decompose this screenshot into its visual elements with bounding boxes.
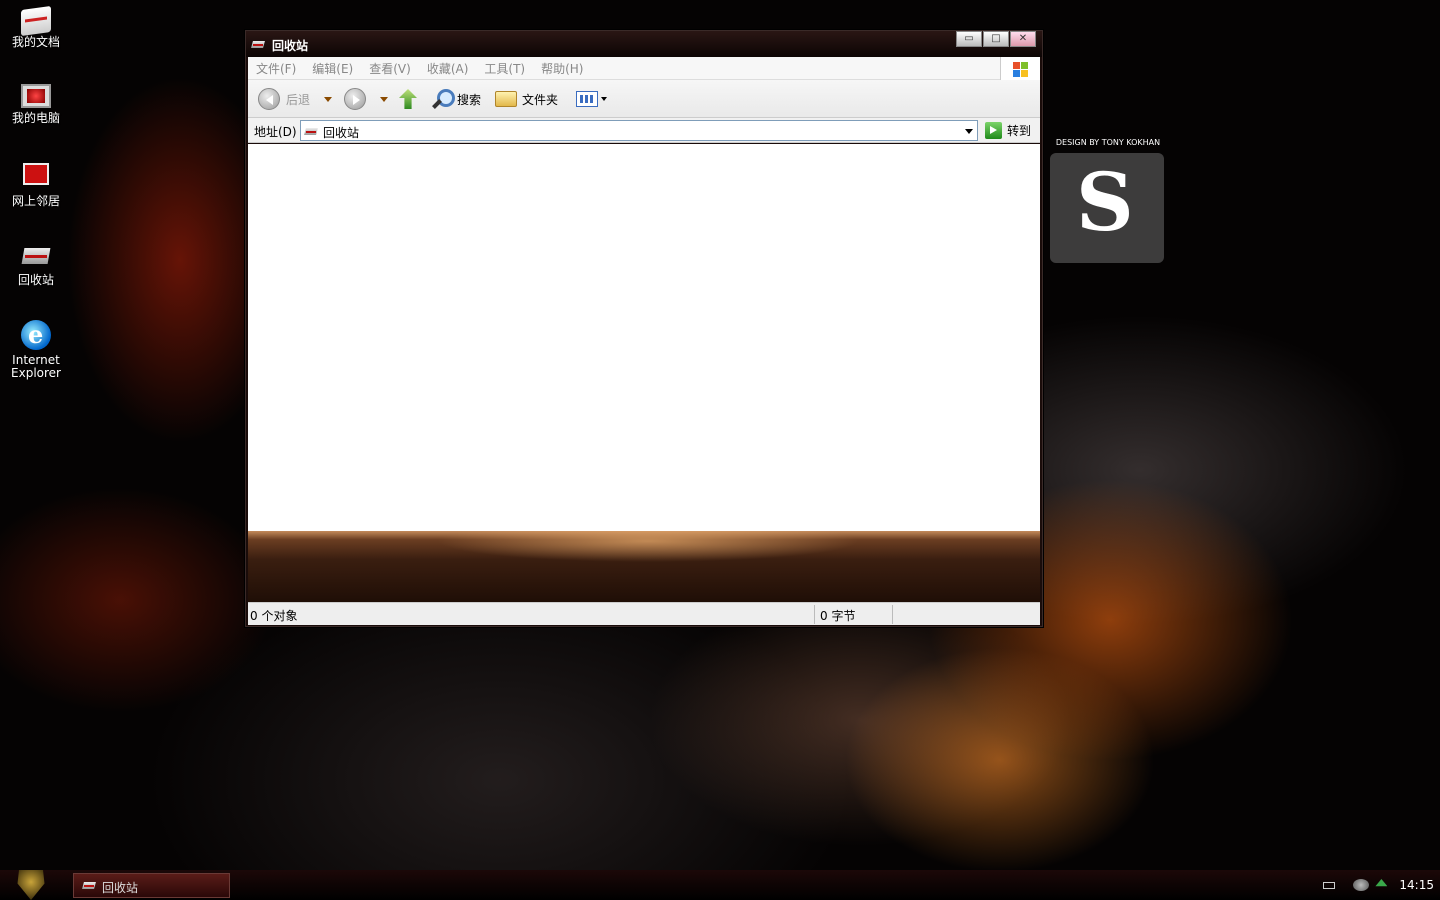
designer-logo: S [1050, 153, 1164, 263]
search-label: 搜索 [457, 92, 482, 107]
menu-help[interactable]: 帮助(H) [533, 60, 591, 77]
folder-icon [495, 91, 517, 107]
desktop-icon-label: 我的电脑 [11, 111, 60, 125]
window-titlebar[interactable]: 回收站 ▭ □ ✕ [246, 31, 1042, 57]
windows-flag-icon [1000, 57, 1040, 80]
recycle-bin-icon [21, 242, 51, 268]
address-value: 回收站 [323, 126, 360, 140]
views-button[interactable] [576, 87, 607, 111]
clock[interactable]: 14:15 [1399, 878, 1434, 892]
menu-bar: 文件(F) 编辑(E) 查看(V) 收藏(A) 工具(T) 帮助(H) [248, 57, 1040, 80]
back-history-dropdown[interactable] [324, 87, 332, 111]
menu-tools[interactable]: 工具(T) [476, 60, 533, 77]
search-button[interactable]: 搜索 [431, 87, 481, 111]
minimize-button[interactable]: ▭ [956, 31, 982, 47]
back-label: 后退 [286, 92, 311, 107]
tray-app-icon[interactable] [1375, 879, 1388, 887]
chevron-down-icon [324, 96, 332, 102]
my-documents-icon [21, 5, 51, 37]
menu-edit[interactable]: 编辑(E) [304, 60, 361, 77]
status-divider [892, 605, 893, 624]
window-title: 回收站 [272, 39, 309, 53]
menu-file[interactable]: 文件(F) [248, 60, 304, 77]
back-button[interactable]: 后退 [258, 87, 310, 111]
file-list-area[interactable] [248, 144, 1040, 531]
address-input[interactable]: 回收站 [300, 120, 978, 141]
decorative-band [248, 531, 1040, 602]
keyboard-icon[interactable] [1323, 881, 1336, 889]
folders-button[interactable]: 文件夹 [495, 87, 558, 111]
internet-explorer-icon [21, 320, 51, 350]
chevron-down-icon [601, 97, 607, 101]
desktop-icon-label: Internet Explorer [4, 354, 68, 380]
status-size: 0 字节 [820, 609, 856, 623]
desktop-icon-label: 回收站 [17, 273, 54, 287]
recycle-bin-window: 回收站 ▭ □ ✕ 文件(F) 编辑(E) 查看(V) 收藏(A) 工具(T) … [245, 30, 1043, 627]
menu-favorites[interactable]: 收藏(A) [419, 60, 477, 77]
designer-logo-text: S [1076, 155, 1134, 249]
window-controls: ▭ □ ✕ [955, 31, 1036, 47]
address-bar: 地址(D) 回收站 转到 [248, 118, 1040, 143]
desktop-icon-internet-explorer[interactable]: Internet Explorer [4, 320, 68, 380]
desktop-icon-my-computer[interactable]: 我的电脑 [4, 84, 68, 125]
close-button[interactable]: ✕ [1010, 31, 1036, 47]
search-icon [431, 88, 455, 110]
folders-label: 文件夹 [522, 92, 559, 107]
status-divider [814, 605, 815, 624]
chevron-down-icon[interactable] [965, 129, 973, 134]
network-icon[interactable] [1353, 879, 1370, 891]
up-arrow-icon [399, 89, 417, 109]
up-folder-button[interactable] [399, 87, 417, 111]
wallpaper-branding: DESIGN BY TONY KOKHAN S [1050, 138, 1166, 263]
maximize-button[interactable]: □ [983, 31, 1009, 47]
go-arrow-icon [985, 122, 1002, 139]
taskbar-button-label: 回收站 [102, 881, 139, 895]
desktop-icon-my-documents[interactable]: 我的文档 [4, 5, 68, 49]
back-arrow-icon [258, 88, 280, 110]
desktop-icon-network-places[interactable]: 网上邻居 [4, 163, 68, 208]
forward-arrow-icon [344, 88, 366, 110]
status-bar: 0 个对象 0 字节 [248, 602, 1040, 625]
designer-credit: DESIGN BY TONY KOKHAN [1055, 138, 1161, 147]
recycle-bin-icon [83, 880, 95, 890]
system-tray: 14:15 [1323, 870, 1434, 900]
recycle-bin-icon [305, 126, 317, 136]
status-object-count: 0 个对象 [250, 609, 298, 623]
taskbar-button-recycle-bin[interactable]: 回收站 [73, 873, 230, 898]
start-button[interactable] [17, 870, 45, 900]
go-button[interactable]: 转到 [985, 121, 1031, 140]
my-computer-icon [21, 84, 51, 108]
chevron-down-icon [380, 96, 388, 102]
desktop-icon-label: 网上邻居 [11, 194, 60, 208]
desktop-icon-label-line2: Explorer [11, 366, 61, 380]
forward-button[interactable] [344, 87, 366, 111]
taskbar: 回收站 14:15 [0, 870, 1440, 900]
recycle-bin-icon [252, 39, 264, 49]
desktop-icon-recycle-bin[interactable]: 回收站 [4, 242, 68, 287]
address-label: 地址(D) [254, 125, 297, 139]
desktop-icon-label: 我的文档 [11, 35, 60, 49]
network-places-icon [23, 163, 49, 185]
toolbar: 后退 搜索 文件夹 [248, 80, 1040, 118]
go-label: 转到 [1007, 124, 1032, 138]
menu-view[interactable]: 查看(V) [361, 60, 419, 77]
views-icon [576, 91, 598, 107]
forward-history-dropdown[interactable] [380, 87, 388, 111]
